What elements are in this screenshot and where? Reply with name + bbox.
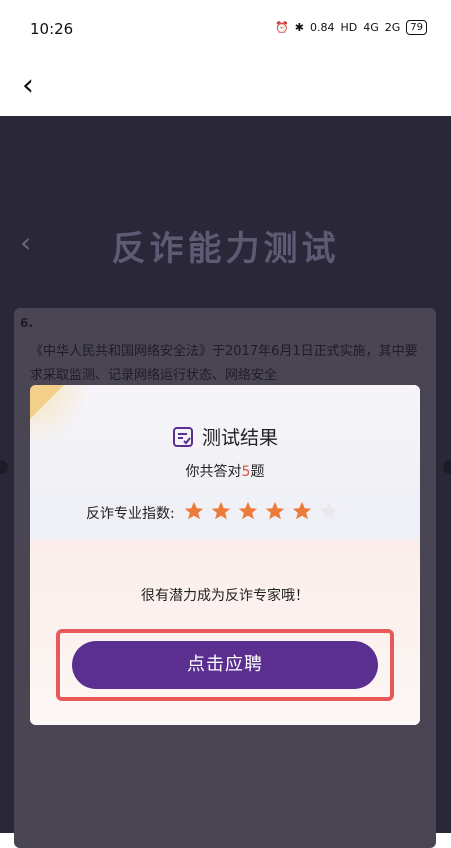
score-row: 反诈专业指数:: [86, 500, 345, 526]
star-filled-icon: [238, 501, 257, 520]
apply-button[interactable]: 点击应聘: [72, 641, 378, 689]
alarm-icon: ⏰: [275, 21, 289, 34]
status-time: 10:26: [30, 20, 74, 38]
signal-2g-icon: 2G: [384, 21, 401, 34]
net-speed-value: 0.84: [309, 21, 335, 34]
score-label: 反诈专业指数:: [86, 506, 175, 522]
star-rating: [183, 500, 345, 526]
encouragement-message: 很有潜力成为反诈专家哦！: [141, 588, 309, 604]
result-title: 测试结果: [30, 423, 420, 450]
nav-bar: ‹: [0, 60, 451, 116]
right-notch: [443, 460, 451, 474]
background-title: 反诈能力测试: [111, 229, 340, 269]
count-suffix: 题: [250, 464, 265, 480]
question-text: 《中华人民共和国网络安全法》于2017年6月1日正式实施，其中要求采取监测、记录…: [30, 344, 418, 383]
star-filled-icon: [211, 501, 230, 520]
result-title-text: 测试结果: [201, 427, 278, 449]
correct-count: 你共答对5题: [30, 461, 420, 481]
battery-icon: 79: [406, 20, 427, 35]
result-modal: 测试结果 你共答对5题 反诈专业指数: 很有潜力成为反诈专家哦！ 点击应聘: [30, 385, 420, 725]
star-filled-icon: [184, 501, 203, 520]
net-speed: 0.84: [310, 21, 335, 34]
signal-4g-icon: 4G: [363, 21, 379, 34]
status-icons: ⏰ ✱ 0.84 HD 4G 2G 79: [275, 20, 427, 35]
corner-triangle: [30, 385, 64, 419]
star-filled-icon: [265, 501, 284, 520]
back-icon[interactable]: ‹: [22, 68, 34, 104]
bluetooth-icon: ✱: [294, 21, 304, 34]
count-prefix: 你共答对: [185, 464, 242, 480]
status-bar: 10:26 ⏰ ✱ 0.84 HD 4G 2G 79: [0, 0, 451, 60]
question-number: 6.: [20, 316, 33, 330]
hd-icon: HD: [340, 21, 358, 34]
star-filled-icon: [292, 501, 311, 520]
star-empty-icon: [319, 501, 338, 520]
checklist-icon: [172, 426, 193, 447]
